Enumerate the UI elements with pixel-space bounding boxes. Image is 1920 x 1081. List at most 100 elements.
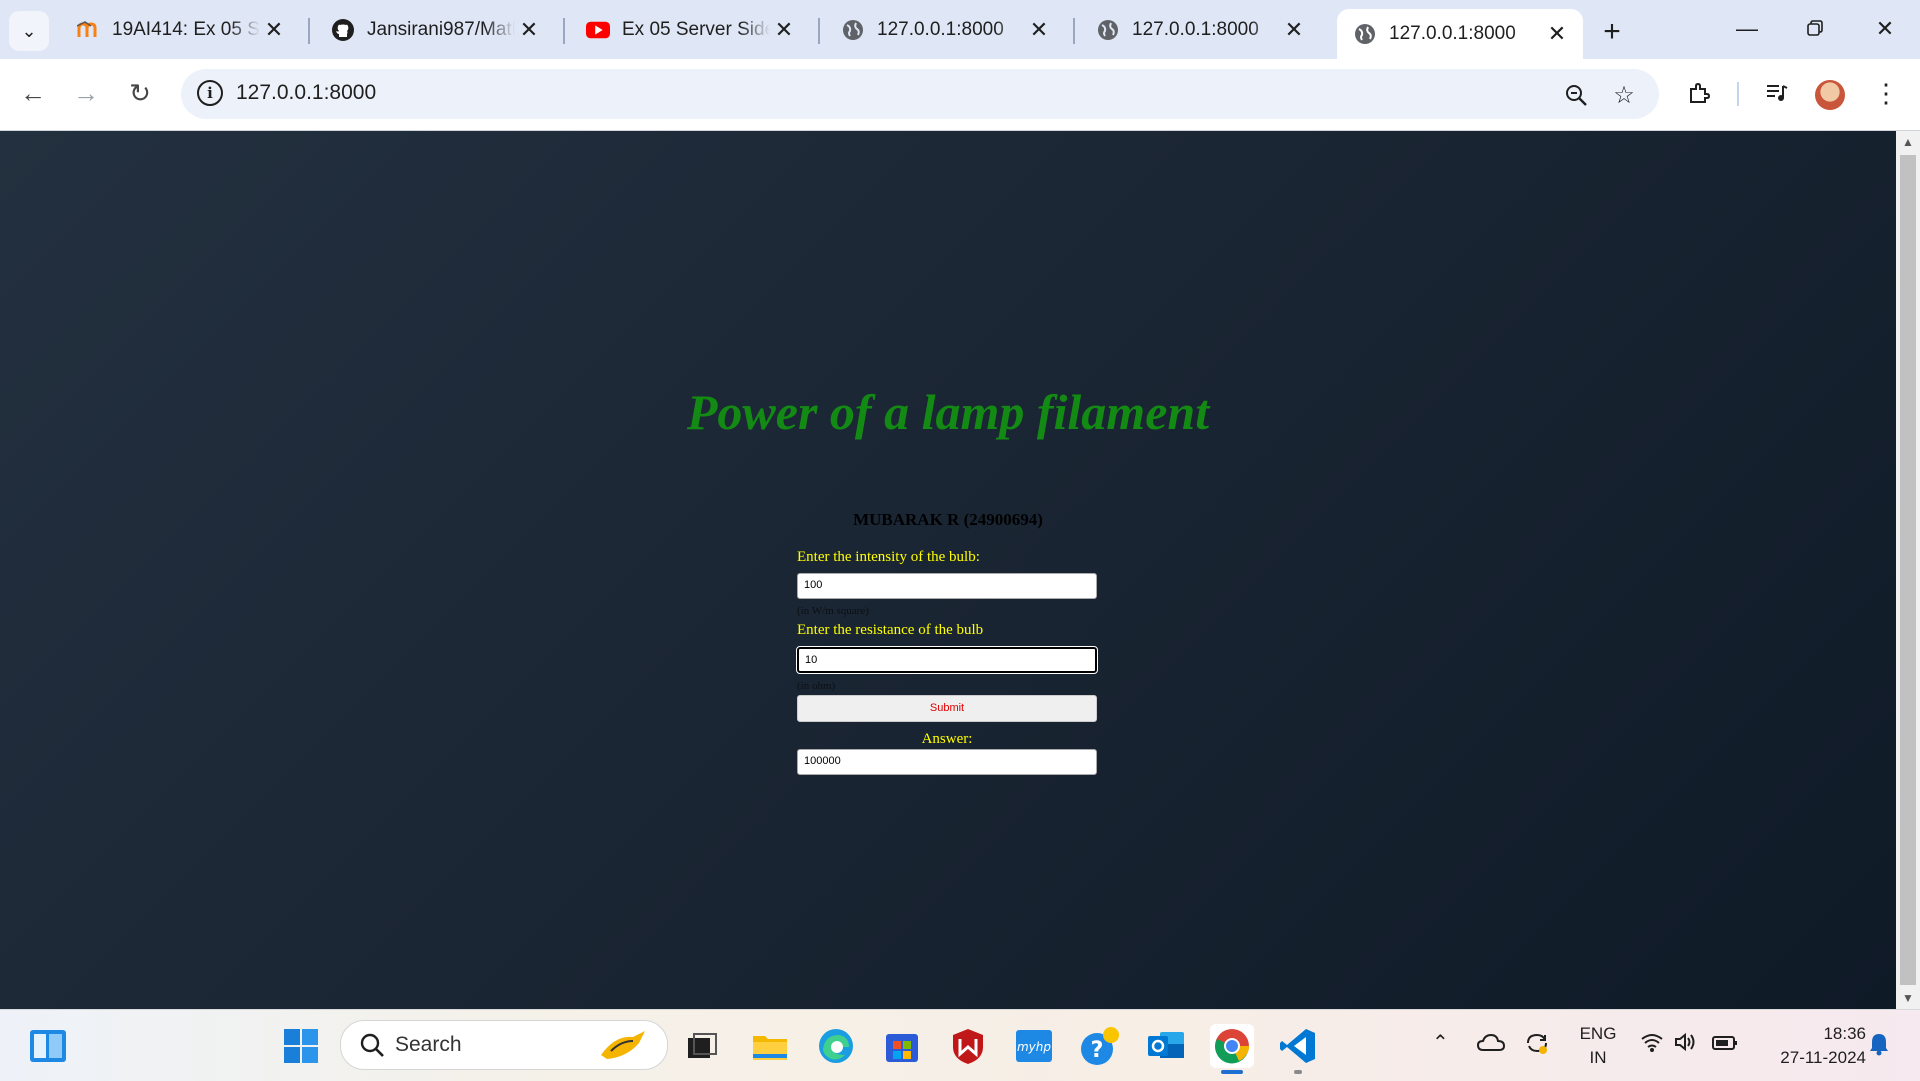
tab-title: 127.0.0.1:8000 xyxy=(877,19,1004,40)
plus-icon: + xyxy=(1603,15,1621,48)
intensity-label: Enter the intensity of the bulb: xyxy=(797,549,980,565)
store-icon[interactable] xyxy=(880,1024,924,1068)
new-tab-button[interactable]: + xyxy=(1594,14,1630,50)
tab-3[interactable]: Ex 05 Server Side Processing ✕ xyxy=(570,9,810,51)
intensity-input[interactable]: 100 xyxy=(797,573,1097,599)
mcafee-icon[interactable] xyxy=(946,1024,990,1068)
close-icon[interactable]: ✕ xyxy=(260,16,288,44)
youtube-icon xyxy=(586,18,610,42)
globe-icon xyxy=(1353,22,1377,46)
answer-label: Answer: xyxy=(921,731,973,747)
file-explorer-icon[interactable] xyxy=(748,1024,792,1068)
start-icon[interactable] xyxy=(279,1024,323,1068)
scroll-down-icon[interactable]: ▼ xyxy=(1902,991,1914,1005)
restore-button[interactable] xyxy=(1782,6,1848,52)
search-highlight-icon xyxy=(597,1027,649,1068)
toolbar-divider xyxy=(1737,82,1739,106)
language-code: ENG xyxy=(1579,1024,1617,1043)
resistance-label: Enter the resistance of the bulb xyxy=(797,622,984,638)
clock-date: 27-11-2024 xyxy=(1780,1048,1866,1067)
notification-bell-icon[interactable] xyxy=(1868,1032,1890,1062)
tab-2[interactable]: Jansirani987/MathServer ✕ xyxy=(315,9,555,51)
language-indicator[interactable]: ENG IN xyxy=(1578,1022,1618,1070)
browser-toolbar: ← → ↻ i 127.0.0.1:8000 ☆ xyxy=(0,59,1920,131)
close-icon[interactable]: ✕ xyxy=(1543,20,1571,48)
svg-text:?: ? xyxy=(1091,1038,1104,1063)
sync-icon[interactable] xyxy=(1524,1030,1550,1062)
tab-5[interactable]: 127.0.0.1:8000 ✕ xyxy=(1080,9,1320,51)
reload-icon: ↻ xyxy=(129,77,151,108)
bookmark-star-icon[interactable]: ☆ xyxy=(1609,81,1639,109)
chevron-up-icon[interactable]: ⌃ xyxy=(1432,1030,1449,1055)
search-placeholder: Search xyxy=(395,1033,462,1056)
page-content: Power of a lamp filament MUBARAK R (2490… xyxy=(0,131,1896,1009)
chrome-icon[interactable] xyxy=(1210,1024,1254,1068)
close-window-button[interactable]: ✕ xyxy=(1852,6,1918,52)
search-icon xyxy=(359,1032,385,1065)
kebab-menu-icon[interactable]: ⋮ xyxy=(1866,73,1906,113)
clock-time: 18:36 xyxy=(1823,1024,1866,1043)
tab-6-active[interactable]: 127.0.0.1:8000 ✕ xyxy=(1337,9,1583,59)
taskbar-search[interactable]: Search xyxy=(340,1020,668,1070)
tab-title: Jansirani987/MathServer xyxy=(367,19,515,40)
close-icon: ✕ xyxy=(1875,16,1895,41)
outlook-icon[interactable] xyxy=(1144,1024,1188,1068)
back-button[interactable]: ← xyxy=(13,73,53,113)
page-title: Power of a lamp filament xyxy=(686,384,1210,440)
running-app-indicator xyxy=(1294,1070,1302,1074)
minimize-button[interactable]: — xyxy=(1714,6,1780,52)
site-info-icon[interactable]: i xyxy=(197,80,223,106)
region-code: IN xyxy=(1589,1048,1607,1067)
moodle-icon xyxy=(76,18,100,42)
close-icon[interactable]: ✕ xyxy=(515,16,543,44)
globe-icon xyxy=(841,18,865,42)
chevron-down-icon: ⌄ xyxy=(21,20,37,41)
power-form: Enter the intensity of the bulb: 100 (in… xyxy=(796,549,1098,775)
myhp-icon[interactable]: myhp xyxy=(1012,1024,1056,1068)
globe-icon xyxy=(1096,18,1120,42)
submit-button[interactable]: Submit xyxy=(797,695,1097,722)
tab-strip: ⌄ 19AI414: Ex 05 Server Side ✕ Jansirani… xyxy=(0,0,1920,59)
tab-separator xyxy=(308,18,310,44)
profile-avatar[interactable] xyxy=(1815,80,1845,110)
reload-button[interactable]: ↻ xyxy=(120,73,160,113)
scroll-up-icon[interactable]: ▲ xyxy=(1902,135,1914,149)
zoom-icon[interactable] xyxy=(1561,81,1591,109)
taskbar: Search myhp ? ⌃ ENG IN 18:36 27-11-2024 xyxy=(0,1009,1920,1081)
vscode-icon[interactable] xyxy=(1276,1024,1320,1068)
onedrive-icon[interactable] xyxy=(1476,1032,1506,1058)
tab-title: 19AI414: Ex 05 Server Side xyxy=(112,19,260,40)
arrow-left-icon: ← xyxy=(20,77,46,108)
volume-icon[interactable] xyxy=(1674,1032,1698,1058)
tab-search-button[interactable]: ⌄ xyxy=(9,11,49,51)
resistance-input[interactable]: 10 xyxy=(796,646,1098,674)
answer-output[interactable]: 100000 xyxy=(797,749,1097,775)
tab-title: 127.0.0.1:8000 xyxy=(1389,23,1516,44)
close-icon[interactable]: ✕ xyxy=(1280,16,1308,44)
scrollbar-thumb[interactable] xyxy=(1900,155,1916,985)
tab-1[interactable]: 19AI414: Ex 05 Server Side ✕ xyxy=(60,9,300,51)
address-url[interactable]: 127.0.0.1:8000 xyxy=(236,81,376,105)
tab-separator xyxy=(818,18,820,44)
student-name: MUBARAK R (24900694) xyxy=(853,510,1043,529)
close-icon[interactable]: ✕ xyxy=(770,16,798,44)
help-icon[interactable]: ? xyxy=(1078,1024,1122,1068)
wifi-icon[interactable] xyxy=(1640,1032,1664,1058)
address-bar[interactable]: i 127.0.0.1:8000 ☆ xyxy=(181,69,1659,119)
tab-title: 127.0.0.1:8000 xyxy=(1132,19,1259,40)
intensity-unit: (in W/m square) xyxy=(797,605,869,617)
edge-icon[interactable] xyxy=(814,1024,858,1068)
extensions-icon[interactable] xyxy=(1679,73,1719,113)
tab-title: Ex 05 Server Side Processing xyxy=(622,19,770,40)
battery-icon[interactable] xyxy=(1712,1034,1738,1057)
media-control-icon[interactable] xyxy=(1757,73,1797,113)
arrow-right-icon: → xyxy=(73,77,99,108)
widgets-icon[interactable] xyxy=(26,1024,70,1068)
task-view-icon[interactable] xyxy=(680,1024,724,1068)
tab-4[interactable]: 127.0.0.1:8000 ✕ xyxy=(825,9,1065,51)
close-icon[interactable]: ✕ xyxy=(1025,16,1053,44)
tab-separator xyxy=(563,18,565,44)
system-clock[interactable]: 18:36 27-11-2024 xyxy=(1756,1022,1866,1070)
vertical-scrollbar[interactable]: ▲ ▼ xyxy=(1896,131,1920,1009)
forward-button[interactable]: → xyxy=(66,73,106,113)
